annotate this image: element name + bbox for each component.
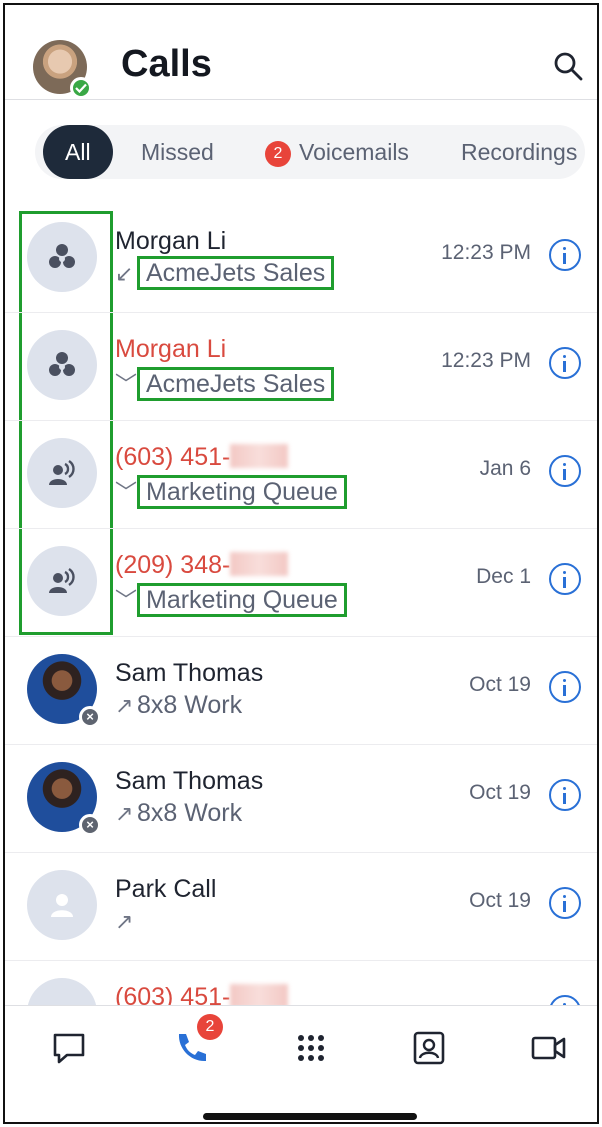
tab-all[interactable]: All [43, 125, 113, 179]
call-time: Oct 19 [469, 889, 531, 912]
tab-voicemails[interactable]: 2 Voicemails [265, 125, 409, 179]
redacted-digits [230, 444, 289, 468]
caller-name: Sam Thomas [115, 659, 264, 687]
incoming-call-icon: ↙ [115, 261, 134, 286]
caller-name: Morgan Li [115, 335, 227, 363]
call-row[interactable]: Park Call ↗ Oct 19 [5, 853, 597, 961]
call-source: ﹀ Marketing Queue [115, 475, 347, 509]
call-row[interactable]: × Sam Thomas ↗ 8x8 Work Oct 19 [5, 637, 597, 745]
call-time: Oct 19 [469, 781, 531, 804]
app-frame: Calls All Missed 2 Voicemails Recordings … [3, 3, 599, 1124]
filter-tabs: All Missed 2 Voicemails Recordings [35, 125, 585, 179]
contact-avatar: × [27, 762, 101, 836]
user-avatar[interactable] [33, 40, 92, 99]
person-icon [27, 870, 97, 940]
call-source: ↙ AcmeJets Sales [115, 256, 335, 290]
call-source: ﹀ AcmeJets Sales [115, 367, 335, 401]
tab-recordings[interactable]: Recordings [461, 125, 577, 179]
info-icon[interactable] [549, 239, 581, 271]
tab-missed[interactable]: Missed [141, 125, 214, 179]
call-source: ﹀ Marketing Queue [115, 583, 347, 617]
outgoing-call-icon: ↗ [115, 693, 134, 718]
outgoing-call-icon: ↗ [115, 801, 134, 826]
bottom-tab-bar: 2 [5, 1005, 597, 1122]
call-row[interactable]: × Sam Thomas ↗ 8x8 Work Oct 19 [5, 745, 597, 853]
missed-call-icon: ﹀ [115, 372, 138, 397]
call-row[interactable]: Morgan Li ﹀ AcmeJets Sales 12:23 PM [5, 313, 597, 421]
queue-icon [27, 546, 97, 616]
dialpad-icon[interactable] [291, 1028, 331, 1068]
caller-name: Park Call [115, 875, 217, 903]
call-row[interactable]: (209) 348- ﹀ Marketing Queue Dec 1 [5, 529, 597, 637]
status-offline-icon: × [79, 706, 101, 728]
caller-name: Morgan Li [115, 227, 227, 255]
call-source: ↗ 8x8 Work [115, 691, 243, 719]
call-time: 12:23 PM [441, 349, 531, 372]
call-time: Oct 19 [469, 673, 531, 696]
info-icon[interactable] [549, 347, 581, 379]
voicemail-badge: 2 [265, 141, 291, 167]
group-icon [27, 330, 97, 400]
info-icon[interactable] [549, 779, 581, 811]
call-time: Jan 6 [479, 457, 531, 480]
caller-name: Sam Thomas [115, 767, 264, 795]
info-icon[interactable] [549, 887, 581, 919]
contact-avatar: × [27, 654, 101, 728]
caller-number: (603) 451- [115, 443, 289, 472]
video-icon[interactable] [529, 1028, 569, 1068]
calls-badge: 2 [197, 1014, 223, 1040]
phone-tab[interactable]: 2 [171, 1014, 223, 1068]
missed-call-icon: ﹀ [115, 588, 138, 613]
call-source: ↗ [115, 907, 137, 936]
page-title: Calls [121, 43, 212, 85]
redacted-digits [230, 552, 289, 576]
info-icon[interactable] [549, 455, 581, 487]
status-available-icon [70, 77, 92, 99]
caller-number: (209) 348- [115, 551, 289, 580]
info-icon[interactable] [549, 563, 581, 595]
header: Calls [5, 5, 597, 100]
info-icon[interactable] [549, 671, 581, 703]
missed-call-icon: ﹀ [115, 480, 138, 505]
outgoing-call-icon: ↗ [115, 909, 134, 934]
call-row[interactable]: (603) 451- ﹀ Marketing Queue Jan 6 [5, 421, 597, 529]
contacts-icon[interactable] [409, 1028, 449, 1068]
chat-icon[interactable] [49, 1028, 89, 1068]
status-offline-icon: × [79, 814, 101, 836]
call-time: Dec 1 [476, 565, 531, 588]
group-icon [27, 222, 97, 292]
call-source: ↗ 8x8 Work [115, 799, 243, 827]
home-indicator [203, 1113, 417, 1120]
queue-icon [27, 438, 97, 508]
call-row[interactable]: Morgan Li ↙ AcmeJets Sales 12:23 PM [5, 205, 597, 313]
search-icon[interactable] [553, 51, 583, 81]
call-time: 12:23 PM [441, 241, 531, 264]
